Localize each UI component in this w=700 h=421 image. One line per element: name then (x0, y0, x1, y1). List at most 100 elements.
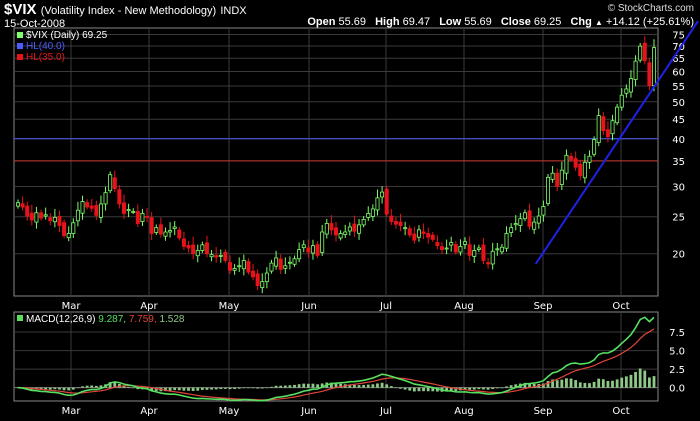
candle-body (333, 227, 338, 236)
candle-body (117, 189, 122, 205)
candle-body (486, 262, 491, 265)
candle-body (329, 223, 334, 231)
candle-body (154, 227, 159, 233)
macd-histogram-bar (279, 385, 283, 388)
candle-body (343, 231, 348, 235)
candle-body (375, 197, 380, 211)
price-panel: 202530354045505560657075Mar Apr May Jun Jul A… (13, 20, 699, 312)
price-x-tick-label: Apr (140, 301, 158, 312)
macd-histogram-bar (583, 382, 587, 388)
macd-legend-label: MACD(12,26,9) 9.287, 7.759, 1.528 (26, 314, 185, 325)
candle-body (426, 233, 431, 238)
candle-body (52, 216, 57, 223)
candle-body (403, 227, 408, 230)
candle-body (25, 205, 30, 217)
candle-body (195, 250, 200, 257)
macd-histogram-bar (187, 387, 190, 391)
macd-histogram-bar (565, 378, 568, 388)
candle-body (347, 226, 352, 232)
macd-histogram-bar (385, 384, 389, 388)
price-x-tick-label: May (219, 301, 240, 312)
macd-histogram-bar (200, 387, 204, 390)
candle-body (527, 210, 532, 227)
legend-label: HL(35.0) (26, 52, 65, 63)
candle-body (292, 258, 297, 265)
candle-body (163, 231, 168, 237)
candle-body (370, 208, 375, 217)
candle-body (476, 247, 481, 250)
candle-body (191, 244, 196, 255)
macd-histogram-bar (606, 380, 610, 388)
candle-body (241, 260, 246, 270)
candle-body (227, 262, 232, 271)
candle-body (518, 218, 523, 226)
candle-body (66, 233, 71, 239)
candle-body (490, 250, 495, 265)
candle-body (633, 60, 638, 80)
candle-body (407, 228, 412, 236)
macd-histogram-bar (81, 386, 84, 388)
candle-body (80, 201, 85, 214)
candle-body (48, 217, 53, 222)
candle-body (642, 42, 647, 62)
candle-body (564, 154, 569, 174)
legend-swatch (17, 315, 23, 321)
macd-histogram-bar (94, 385, 98, 388)
candle-body (504, 233, 509, 249)
price-y-tick-label: 40 (672, 135, 685, 146)
macd-y-tick-label: 5.0 (669, 347, 685, 358)
candle-body (200, 244, 205, 251)
macd-x-tick-label: Jun (300, 406, 317, 417)
candle-body (62, 222, 67, 237)
macd-histogram-bar (71, 387, 75, 390)
candle-body (546, 176, 551, 204)
candle-body (204, 242, 209, 255)
macd-histogram-bar (297, 384, 301, 388)
macd-histogram-bar (90, 385, 94, 388)
candle-body (237, 265, 242, 268)
macd-histogram-bar (168, 387, 172, 391)
macd-x-tick-label: Apr (140, 406, 158, 417)
candle-body (39, 212, 44, 219)
macd-histogram-bar (233, 387, 237, 390)
candle-body (601, 116, 606, 132)
candle-body (366, 213, 371, 218)
price-y-tick-label: 45 (672, 115, 685, 126)
candle-body (610, 120, 615, 135)
candle-body (536, 215, 541, 224)
macd-histogram-bar (182, 387, 186, 391)
macd-histogram-bar (555, 380, 559, 388)
candle-body (158, 224, 163, 235)
candle-body (29, 212, 34, 221)
macd-histogram-bar (283, 385, 287, 388)
macd-histogram-bar (588, 383, 591, 388)
candle-body (532, 221, 537, 230)
candle-body (85, 202, 90, 208)
candle-body (287, 261, 292, 264)
candle-body (264, 272, 269, 283)
macd-histogram-bar (560, 379, 564, 388)
candle-body (278, 258, 283, 270)
legend-label: HL(40.0) (26, 41, 65, 52)
candle-body (20, 203, 25, 208)
macd-histogram-bar (260, 387, 264, 389)
price-x-tick-label: Oct (612, 301, 629, 312)
macd-histogram-bar (472, 387, 476, 390)
macd-histogram-bar (242, 387, 246, 389)
candle-body (34, 212, 39, 223)
price-x-tick-label: Sep (534, 301, 553, 312)
macd-x-tick-label: Aug (454, 406, 474, 417)
candle-body (246, 261, 251, 273)
macd-histogram-bar (417, 387, 421, 392)
candle-body (559, 169, 564, 185)
price-y-tick-label: 35 (672, 157, 685, 168)
macd-legend-value: 1.528 (159, 314, 184, 325)
legend-label: $VIX (Daily) 69.25 (26, 30, 108, 41)
macd-histogram-bar (357, 385, 361, 388)
macd-histogram-bar (615, 379, 619, 388)
candle-body (131, 211, 136, 213)
candle-body (218, 254, 223, 257)
candle-body (320, 231, 325, 253)
price-y-tick-label: 55 (672, 82, 685, 93)
candle-body (592, 139, 597, 155)
